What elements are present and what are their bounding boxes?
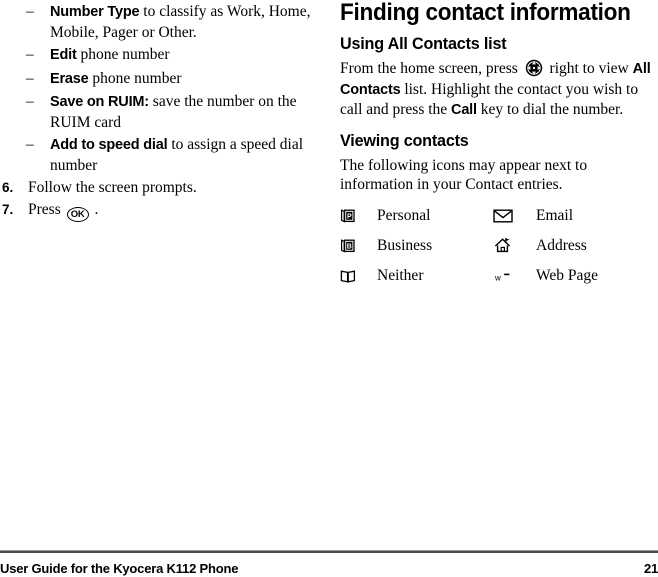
paragraph-viewing-contacts: The following icons may appear next to i…: [340, 156, 588, 194]
ok-key-icon: OK: [66, 206, 89, 222]
list-item: – Add to speed dial to assign a speed di…: [0, 135, 318, 175]
page-footer: User Guide for the Kyocera K112 Phone 21: [0, 560, 658, 577]
list-item-term: Erase: [50, 70, 89, 87]
dash-bullet: –: [26, 46, 34, 63]
right-column: Finding contact information Using All Co…: [340, 0, 658, 291]
list-item: – Number Type to classify as Work, Home,…: [0, 2, 318, 42]
manual-page: – Number Type to classify as Work, Home,…: [0, 0, 658, 577]
step-text-before: Press: [28, 200, 65, 218]
legend-label: Business: [377, 236, 433, 254]
list-item: – Save on RUIM: save the number on the R…: [0, 92, 318, 132]
table-row: B Business Address: [340, 231, 658, 261]
emphasis-call: Call: [451, 102, 477, 118]
legend-label: Web Page: [536, 266, 599, 284]
list-item: – Erase phone number: [0, 69, 318, 90]
list-item-term: Save on RUIM:: [50, 94, 149, 110]
paragraph-text: key to dial the number.: [476, 101, 624, 118]
legend-entry-personal: P Personal: [340, 207, 488, 225]
numbered-step: 7. Press OK .: [0, 200, 318, 222]
legend-entry-neither: Neither: [340, 267, 488, 285]
legend-entry-address: Address: [488, 237, 587, 255]
paragraph-text: right to view: [545, 60, 633, 77]
book-b-icon: B: [340, 238, 366, 254]
web-icon: w: [488, 269, 518, 283]
paragraph-using-all-contacts: From the home screen, press right to vie…: [340, 59, 658, 121]
dash-bullet: –: [26, 93, 34, 110]
legend-label: Personal: [377, 206, 431, 224]
numbered-step: 6. Follow the screen prompts.: [0, 178, 318, 198]
table-row: P Personal Email: [340, 201, 658, 231]
list-item-term: Number Type: [50, 4, 140, 20]
list-item-text: phone number: [88, 69, 182, 87]
legend-entry-email: Email: [488, 207, 573, 225]
legend-label: Address: [536, 236, 587, 254]
table-row: Neither w Web Page: [340, 261, 658, 291]
dash-bullet: –: [26, 3, 34, 20]
house-icon: [488, 237, 518, 254]
step-text: Follow the screen prompts.: [28, 179, 197, 196]
left-column: – Number Type to classify as Work, Home,…: [0, 0, 318, 224]
list-item-term: Edit: [50, 47, 77, 63]
legend-entry-business: B Business: [340, 237, 488, 255]
dash-bullet: –: [26, 136, 34, 153]
list-item: – Edit phone number: [0, 45, 318, 66]
icon-legend-table: P Personal Email B Business Address Neit…: [340, 201, 658, 291]
navigation-key-icon: [525, 59, 543, 77]
envelope-icon: [488, 209, 518, 223]
svg-text:P: P: [347, 213, 352, 220]
subsection-heading-using-all-contacts: Using All Contacts list: [340, 34, 507, 53]
legend-label: Email: [536, 206, 574, 224]
page-number: 21: [643, 561, 658, 576]
legend-label: Neither: [377, 266, 424, 284]
paragraph-text: From the home screen, press: [340, 60, 522, 77]
step-text-after: .: [90, 200, 99, 218]
footer-title: User Guide for the Kyocera K112 Phone: [0, 561, 239, 576]
section-heading: Finding contact information: [340, 0, 631, 26]
subsection-heading-viewing-contacts: Viewing contacts: [340, 130, 469, 150]
book-p-icon: P: [340, 208, 366, 224]
step-number: 6.: [2, 180, 14, 195]
legend-entry-web-page: w Web Page: [488, 267, 598, 285]
book-plain-icon: [340, 268, 366, 284]
svg-text:w: w: [494, 273, 501, 282]
step-number: 7.: [2, 201, 14, 217]
dash-bullet: –: [26, 69, 34, 87]
svg-text:B: B: [347, 243, 352, 250]
list-item-term: Add to speed dial: [50, 137, 168, 153]
footer-divider: [0, 550, 658, 553]
list-item-text: phone number: [76, 46, 170, 63]
